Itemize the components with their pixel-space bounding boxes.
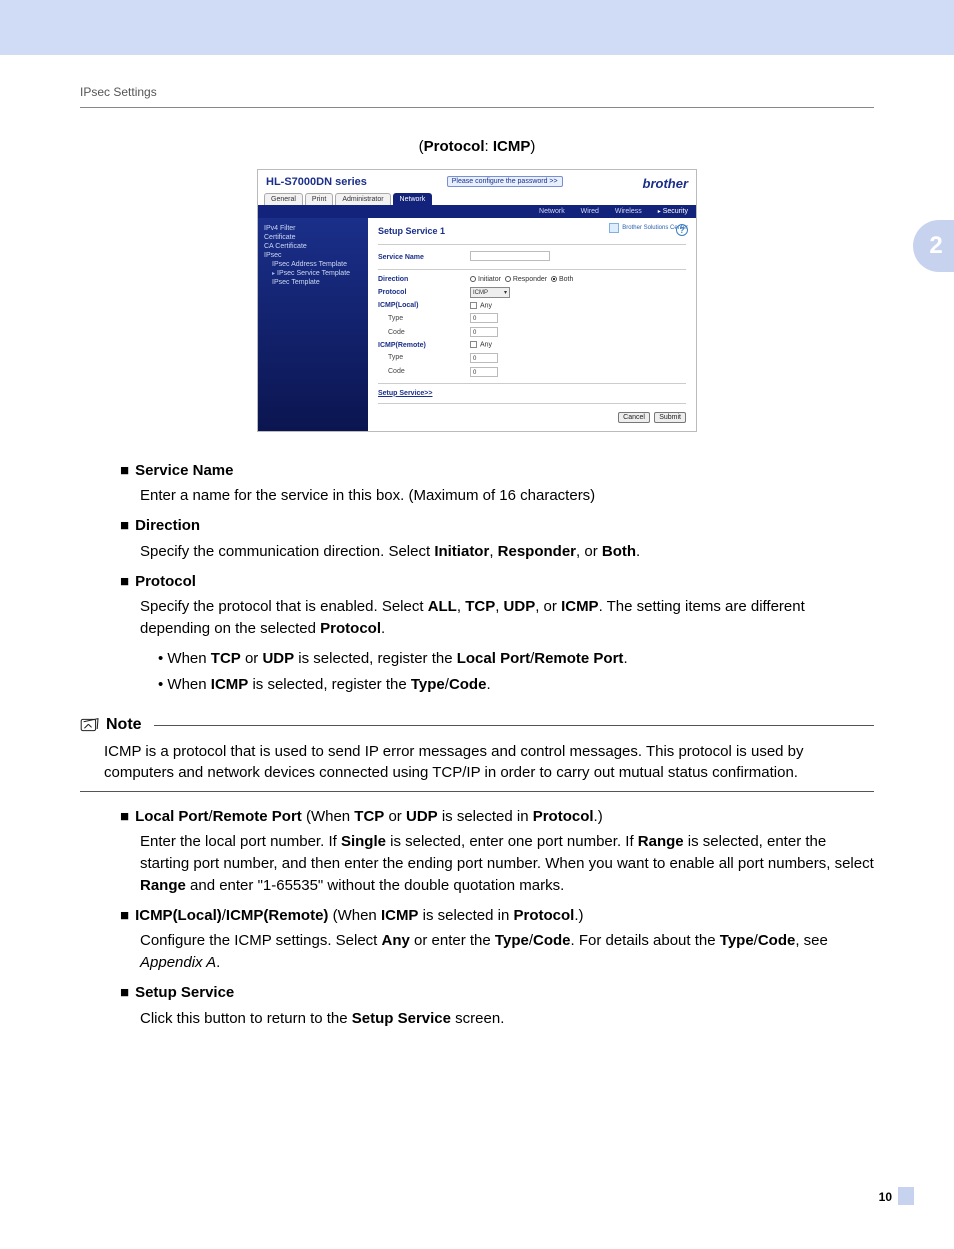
radio-both[interactable]: [551, 276, 557, 282]
side-nav: IPv4 Filter Certificate CA Certificate I…: [258, 218, 368, 431]
brand-logo: brother: [643, 176, 689, 191]
submit-button[interactable]: Submit: [654, 412, 686, 423]
web-admin-screenshot: HL-S7000DN series Please configure the p…: [257, 169, 697, 432]
sub-tabs: Network Wired Wireless Security: [258, 205, 696, 218]
icmp-local-any-checkbox[interactable]: [470, 302, 477, 309]
side-ipsec[interactable]: IPsec: [264, 251, 362, 260]
note-label: Note: [106, 713, 142, 736]
remote-type-label: Type: [378, 354, 470, 361]
configure-password-link[interactable]: Please configure the password >>: [447, 176, 563, 187]
remote-type-input[interactable]: 0: [470, 353, 498, 363]
item-local-remote-port: ■Local Port/Remote Port (When TCP or UDP…: [120, 806, 874, 828]
tab-network[interactable]: Network: [393, 193, 433, 205]
side-ca-certificate[interactable]: CA Certificate: [264, 242, 362, 251]
local-type-label: Type: [378, 315, 470, 322]
local-code-input[interactable]: 0: [470, 327, 498, 337]
item-icmp-local-remote-desc: Configure the ICMP settings. Select Any …: [140, 930, 874, 974]
chapter-tab: 2: [913, 220, 954, 272]
side-ipsec-template[interactable]: IPsec Template: [264, 278, 362, 287]
item-protocol-desc: Specify the protocol that is enabled. Se…: [140, 596, 874, 640]
radio-initiator[interactable]: [470, 276, 476, 282]
subtab-network[interactable]: Network: [539, 208, 565, 215]
item-direction-desc: Specify the communication direction. Sel…: [140, 541, 874, 563]
subtab-wired[interactable]: Wired: [581, 208, 599, 215]
item-protocol-sub1: When TCP or UDP is selected, register th…: [158, 648, 874, 670]
subtab-security[interactable]: Security: [658, 208, 688, 215]
side-ipsec-address-template[interactable]: IPsec Address Template: [264, 260, 362, 269]
figure-caption: (Protocol: ICMP): [60, 138, 894, 155]
tab-administrator[interactable]: Administrator: [335, 193, 390, 205]
item-icmp-local-remote: ■ICMP(Local)/ICMP(Remote) (When ICMP is …: [120, 905, 874, 927]
subtab-wireless[interactable]: Wireless: [615, 208, 642, 215]
service-name-input[interactable]: [470, 251, 550, 261]
icmp-local-label: ICMP(Local): [378, 302, 470, 309]
note-block: Note ICMP is a protocol that is used to …: [80, 713, 874, 791]
cancel-button[interactable]: Cancel: [618, 412, 650, 423]
item-service-name: ■Service Name: [120, 460, 874, 482]
remote-code-input[interactable]: 0: [470, 367, 498, 377]
icmp-remote-label: ICMP(Remote): [378, 342, 470, 349]
body-content: ■Service Name Enter a name for the servi…: [60, 460, 894, 1030]
page-number: 10: [879, 1189, 892, 1206]
device-title: HL-S7000DN series: [266, 176, 367, 188]
local-code-label: Code: [378, 329, 470, 336]
item-protocol-sub2: When ICMP is selected, register the Type…: [158, 674, 874, 696]
panel-heading: Setup Service 1: [378, 226, 686, 236]
top-tabs: General Print Administrator Network: [258, 193, 696, 205]
side-certificate[interactable]: Certificate: [264, 233, 362, 242]
note-icon: [80, 717, 100, 733]
footer-accent-bar: [898, 1187, 914, 1205]
item-service-name-desc: Enter a name for the service in this box…: [140, 485, 874, 507]
tab-print[interactable]: Print: [305, 193, 333, 205]
local-type-input[interactable]: 0: [470, 313, 498, 323]
header-rule: [80, 107, 874, 108]
tab-general[interactable]: General: [264, 193, 303, 205]
setup-service-link[interactable]: Setup Service>>: [378, 390, 432, 397]
help-icon[interactable]: ?: [676, 224, 688, 236]
radio-responder[interactable]: [505, 276, 511, 282]
service-name-label: Service Name: [378, 254, 470, 261]
item-setup-service: ■Setup Service: [120, 982, 874, 1004]
item-local-remote-port-desc: Enter the local port number. If Single i…: [140, 831, 874, 896]
protocol-select[interactable]: ICMP▾: [470, 287, 510, 298]
item-protocol: ■Protocol: [120, 571, 874, 593]
side-ipsec-service-template[interactable]: IPsec Service Template: [264, 269, 362, 278]
protocol-label: Protocol: [378, 289, 470, 296]
item-direction: ■Direction: [120, 515, 874, 537]
page-top-bar: [0, 0, 954, 55]
running-head: IPsec Settings: [60, 55, 894, 107]
side-ipv4-filter[interactable]: IPv4 Filter: [264, 224, 362, 233]
item-setup-service-desc: Click this button to return to the Setup…: [140, 1008, 874, 1030]
direction-label: Direction: [378, 276, 470, 283]
note-body: ICMP is a protocol that is used to send …: [80, 737, 874, 791]
remote-code-label: Code: [378, 368, 470, 375]
icmp-remote-any-checkbox[interactable]: [470, 341, 477, 348]
